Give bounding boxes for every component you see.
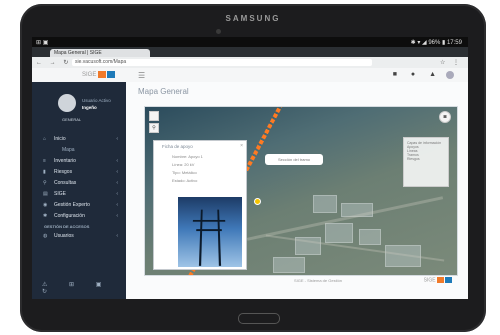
header-action-icons[interactable]: ■ ● ▲ <box>393 71 442 78</box>
hamburger-menu-icon[interactable]: ☰ <box>138 71 145 80</box>
map-footer: SIGE - Sistema de Gestión SIGE <box>144 276 456 286</box>
camera-icon[interactable]: ◙ <box>439 111 451 123</box>
footer-logo: SIGE <box>424 277 452 283</box>
app-header: SIGE ☰ ■ ● ▲ <box>32 68 468 83</box>
sidebar-item-label: Inicio <box>54 136 66 142</box>
sidebar-section-label: GESTIÓN DE ACCESOS <box>44 224 90 229</box>
sidebar-item-label: Mapa <box>62 147 75 153</box>
map-building <box>313 195 337 213</box>
sidebar-item-inventario[interactable]: ≡ Inventario ‹ <box>32 156 126 167</box>
power-tower-image <box>198 209 222 266</box>
logo-orange-square <box>437 277 444 283</box>
sidebar-item-configuracion[interactable]: ✱ Configuración ‹ <box>32 211 126 222</box>
avatar <box>58 94 76 112</box>
zoom-icon[interactable]: ⚲ <box>149 123 159 133</box>
layer-item[interactable]: Riesgos <box>407 157 445 161</box>
sidebar-item-riesgos[interactable]: ▮ Riesgos ‹ <box>32 167 126 178</box>
sidebar-item-label: Inventario <box>54 158 76 164</box>
chevron-left-icon: ‹ <box>116 191 118 197</box>
layers-panel[interactable]: Capas de información Apoyos Líneas Tramo… <box>403 137 449 187</box>
info-row: Estado: Activo <box>172 178 198 183</box>
chevron-left-icon: ‹ <box>116 213 118 219</box>
tower-photo[interactable] <box>178 197 242 267</box>
logo-orange-square <box>98 71 107 78</box>
status-bar: ⊞ ▣ ✱ ▾ ◢ 96% ▮ 17:59 <box>32 37 468 47</box>
sidebar-item-label: Usuarios <box>54 233 74 239</box>
browser-tab[interactable]: Mapa General | SIGE <box>50 49 150 57</box>
user-name: Usuario Activo <box>82 98 111 103</box>
chevron-left-icon: ‹ <box>116 202 118 208</box>
app-logo[interactable]: SIGE <box>82 71 116 79</box>
logo-blue-square <box>107 71 116 78</box>
logo-text: SIGE <box>82 72 97 79</box>
home-button[interactable] <box>238 313 280 324</box>
front-camera-icon <box>216 29 221 34</box>
chart-icon: ▮ <box>43 169 46 175</box>
footer-logo-text: SIGE <box>423 277 436 284</box>
search-icon: ⚲ <box>43 180 47 186</box>
screen: ⊞ ▣ ✱ ▾ ◢ 96% ▮ 17:59 Mapa General | SIG… <box>32 37 468 299</box>
chevron-down-icon: ‹ <box>116 136 118 142</box>
info-row: Tipo: Metálico <box>172 170 197 175</box>
device-brand: SAMSUNG <box>225 14 281 23</box>
sidebar-menu: ⌂ Inicio ‹ Mapa ≡ Inventario ‹ ▮ Riesgos… <box>32 134 126 242</box>
sidebar-item-usuarios[interactable]: ◍ Usuarios ‹ <box>32 231 126 242</box>
browser-menu-icons[interactable]: ☆ ⋮ <box>440 59 462 66</box>
map-building <box>273 257 305 273</box>
close-icon[interactable]: × <box>240 143 243 149</box>
sidebar-item-label: Gestión Experto <box>54 202 90 208</box>
map-building <box>359 229 381 245</box>
sidebar-item-inicio[interactable]: ⌂ Inicio ‹ <box>32 134 126 145</box>
home-icon: ⌂ <box>43 136 47 142</box>
chevron-left-icon: ‹ <box>116 169 118 175</box>
sidebar-item-mapa[interactable]: Mapa <box>32 145 126 156</box>
users-icon: ◍ <box>43 233 48 239</box>
sidebar-item-label: Riesgos <box>54 169 73 175</box>
logo-blue-square <box>445 277 452 283</box>
map-view[interactable]: ⚲ ◙ Ficha de apoyo × Nombre: Apoyo 1 Lín… <box>144 106 458 276</box>
sidebar: Usuario Activo Ingeño GENERAL ⌂ Inicio ‹… <box>32 82 126 299</box>
user-role: GENERAL <box>62 117 82 122</box>
map-marker-icon[interactable] <box>255 199 260 204</box>
info-panel-title: Ficha de apoyo <box>162 144 193 149</box>
main-content: Mapa General ⚲ ◙ Ficha de apoyo × Nombre… <box>126 82 468 299</box>
sidebar-footer-icons[interactable]: ⚠ ⊞ ▣ ↻ <box>32 281 126 295</box>
sidebar-item-label: Consultas <box>54 180 77 186</box>
sidebar-item-label: SIGE <box>54 191 66 197</box>
user-icon: ◉ <box>43 202 48 208</box>
database-icon: ▤ <box>43 191 48 197</box>
address-bar[interactable]: sie.vacusoft.com/Mapa <box>72 59 372 66</box>
browser-nav-icons[interactable]: ← → ↻ <box>36 59 71 66</box>
system-status-icons: ✱ ▾ ◢ 96% ▮ 17:59 <box>410 40 462 46</box>
info-panel: Ficha de apoyo × Nombre: Apoyo 1 Línea: … <box>153 140 247 270</box>
map-tooltip: Sección del tramo <box>265 154 323 165</box>
chevron-left-icon: ‹ <box>116 233 118 239</box>
gear-icon: ✱ <box>43 213 48 219</box>
list-icon: ≡ <box>43 158 46 164</box>
page-title: Mapa General <box>138 87 189 96</box>
map-tool-icon[interactable] <box>149 111 159 121</box>
browser-tabstrip: Mapa General | SIGE <box>32 47 468 57</box>
sidebar-item-label: Configuración <box>54 213 85 219</box>
info-row: Nombre: Apoyo 1 <box>172 154 203 159</box>
footer-text: SIGE - Sistema de Gestión <box>294 278 343 283</box>
info-row: Línea: 20 kV <box>172 162 195 167</box>
chevron-left-icon: ‹ <box>116 180 118 186</box>
chevron-left-icon: ‹ <box>116 158 118 164</box>
sidebar-item-consultas[interactable]: ⚲ Consultas ‹ <box>32 178 126 189</box>
sidebar-item-sige[interactable]: ▤ SIGE ‹ <box>32 189 126 200</box>
header-avatar[interactable] <box>446 71 454 79</box>
notification-icons: ⊞ ▣ <box>36 40 49 46</box>
map-building <box>325 223 353 243</box>
user-subtitle: Ingeño <box>82 105 97 110</box>
sidebar-item-gestion-experto[interactable]: ◉ Gestión Experto ‹ <box>32 200 126 211</box>
